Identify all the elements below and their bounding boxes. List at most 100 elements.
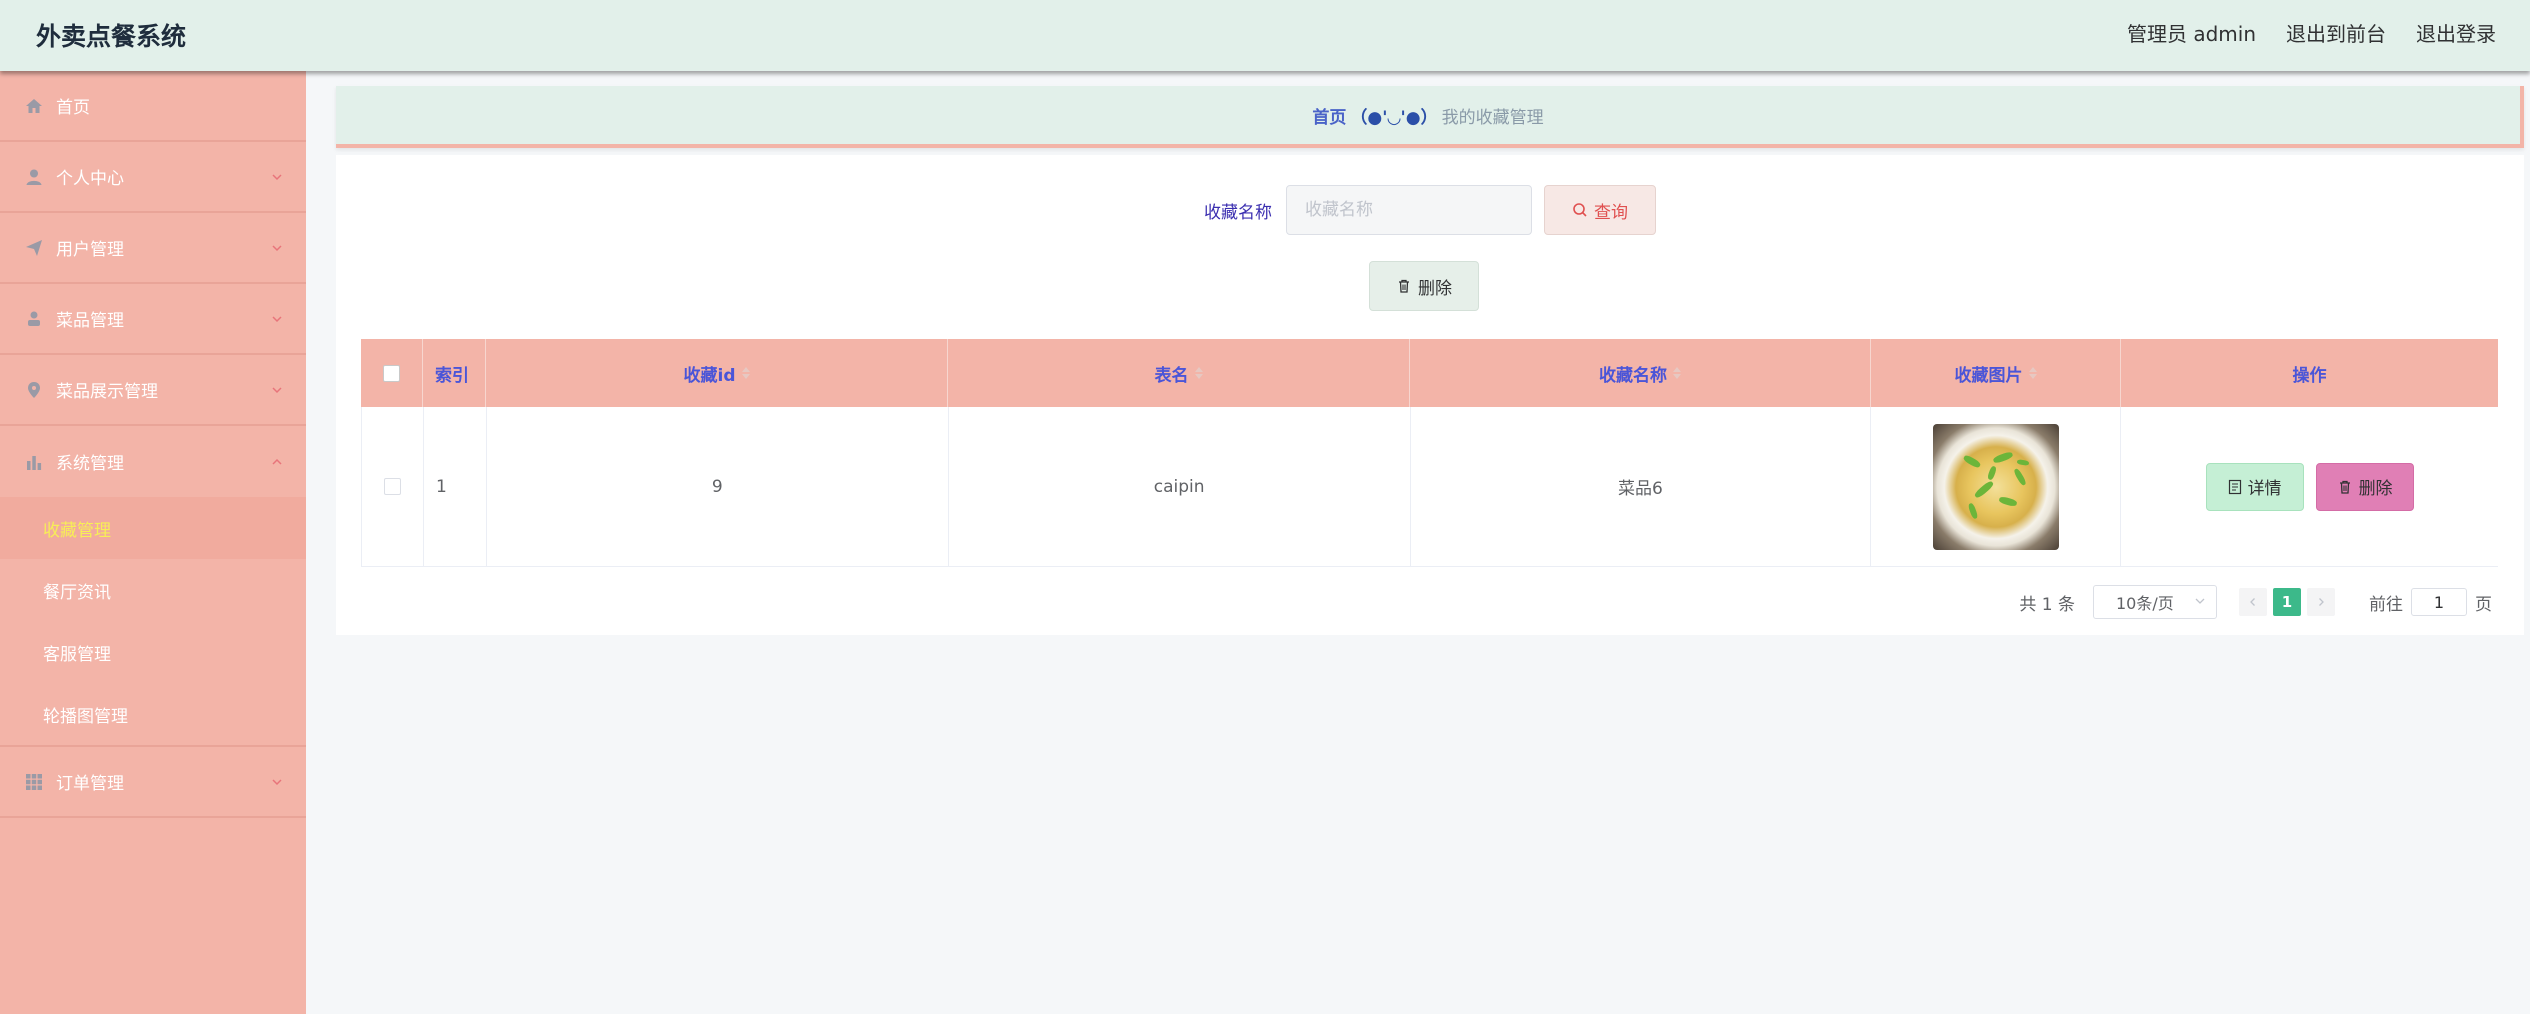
search-button-label: 查询 (1594, 202, 1628, 223)
person-icon (24, 309, 44, 329)
breadcrumb: 首页 （●'◡'●） 我的收藏管理 (336, 86, 2524, 148)
submenu-item-favorites[interactable]: 收藏管理 (0, 497, 306, 559)
search-label: 收藏名称 (1204, 202, 1272, 223)
row-checkbox[interactable] (383, 478, 401, 495)
column-header-label: 收藏id (683, 365, 736, 386)
cell-favorite-id: 9 (487, 407, 949, 566)
row-delete-button[interactable]: 删除 (2315, 462, 2414, 511)
app-title: 外卖点餐系统 (36, 22, 187, 51)
sidebar-item-personal-center[interactable]: 个人中心 (0, 142, 306, 213)
search-input[interactable] (1286, 185, 1532, 235)
submenu-item-customer-service[interactable]: 客服管理 (0, 621, 306, 683)
sidebar-item-label: 用户管理 (56, 240, 124, 260)
submenu-item-restaurant-news[interactable]: 餐厅资讯 (0, 559, 306, 621)
batch-delete-label: 删除 (1418, 278, 1452, 299)
chevron-up-icon (272, 458, 282, 465)
cell-actions: 详情 删除 (2121, 407, 2498, 566)
top-header: 外卖点餐系统 管理员 admin 退出到前台 退出登录 (0, 0, 2530, 71)
goto-page-input[interactable]: 1 (2411, 588, 2467, 616)
search-bar: 收藏名称 查询 (336, 185, 2524, 235)
exit-to-front-link[interactable]: 退出到前台 (2286, 18, 2386, 47)
search-button[interactable]: 查询 (1544, 185, 1656, 235)
system-submenu: 收藏管理 餐厅资讯 客服管理 轮播图管理 (0, 497, 306, 747)
trash-icon (2339, 480, 2350, 494)
breadcrumb-home[interactable]: 首页 (1312, 103, 1346, 128)
sidebar: 首页 个人中心 用户管理 菜品管理 菜品展示管理 系统管理 收藏管理 餐厅资讯 … (0, 71, 306, 1014)
sidebar-item-user-management[interactable]: 用户管理 (0, 213, 306, 284)
column-header-label: 表名 (1154, 365, 1189, 386)
sidebar-item-system-management[interactable]: 系统管理 (0, 426, 306, 497)
goto-label: 前往 (2369, 594, 2403, 615)
dish-thumbnail[interactable] (1932, 423, 2059, 550)
paper-plane-icon (24, 238, 44, 258)
table-header: 索引 收藏id 表名 收藏名称 收藏图片 操作 (361, 339, 2498, 407)
detail-button-label: 详情 (2247, 479, 2282, 499)
sidebar-item-dish-management[interactable]: 菜品管理 (0, 284, 306, 355)
row-delete-label: 删除 (2358, 479, 2393, 499)
chevron-down-icon (272, 244, 282, 251)
column-header-favorite-name[interactable]: 收藏名称 (1410, 339, 1871, 407)
submenu-item-carousel[interactable]: 轮播图管理 (0, 683, 306, 745)
chevron-down-icon (2195, 598, 2205, 604)
user-icon (24, 167, 44, 187)
header-actions: 管理员 admin 退出到前台 退出登录 (2127, 18, 2496, 47)
page-number-current[interactable]: 1 (2273, 588, 2301, 616)
column-header-label: 收藏图片 (1954, 365, 2023, 386)
page-size-value: 10条/页 (2116, 594, 2174, 613)
location-icon (24, 380, 44, 400)
sidebar-item-label: 个人中心 (56, 169, 124, 189)
column-header-label: 操作 (2292, 365, 2327, 386)
table-row: 1 9 caipin 菜品6 详情 删除 (361, 407, 2498, 567)
chevron-left-icon (2250, 598, 2255, 606)
detail-button[interactable]: 详情 (2205, 462, 2304, 511)
bar-chart-icon (24, 452, 44, 472)
pagination-total: 共 1 条 (2019, 594, 2075, 615)
cell-favorite-image (1871, 407, 2122, 566)
select-all-checkbox[interactable] (383, 364, 400, 382)
breadcrumb-emoticon: （●'◡'●） (1350, 107, 1438, 128)
pagination: 共 1 条 10条/页 1 前往 1 页 (2019, 585, 2492, 619)
column-header-favorite-image[interactable]: 收藏图片 (1871, 339, 2121, 407)
sidebar-item-dish-display[interactable]: 菜品展示管理 (0, 355, 306, 426)
breadcrumb-current: 我的收藏管理 (1441, 107, 1544, 128)
grid-icon (24, 772, 44, 792)
column-header-label: 索引 (435, 365, 469, 386)
sidebar-item-order-management[interactable]: 订单管理 (0, 747, 306, 818)
cell-table-name: caipin (949, 407, 1411, 566)
column-header-index: 索引 (423, 339, 486, 407)
prev-page-button[interactable] (2239, 588, 2267, 616)
sidebar-item-label: 菜品展示管理 (56, 382, 158, 402)
sort-icon[interactable] (741, 367, 750, 379)
favorites-table: 索引 收藏id 表名 收藏名称 收藏图片 操作 1 9 caipin 菜品6 详… (361, 339, 2498, 567)
chevron-down-icon (272, 386, 282, 393)
main-panel: 收藏名称 查询 删除 索引 收藏id 表名 收藏名称 收藏图片 操作 1 9 c… (336, 155, 2524, 635)
cell-favorite-name: 菜品6 (1411, 407, 1872, 566)
chevron-down-icon (272, 173, 282, 180)
sidebar-item-label: 首页 (56, 98, 90, 118)
sidebar-item-label: 订单管理 (56, 774, 124, 794)
chevron-right-icon (2319, 598, 2324, 606)
next-page-button[interactable] (2307, 588, 2335, 616)
goto-suffix: 页 (2475, 594, 2492, 615)
logout-link[interactable]: 退出登录 (2416, 18, 2496, 47)
column-header-actions: 操作 (2121, 339, 2498, 407)
trash-icon (1399, 279, 1409, 293)
page-size-select[interactable]: 10条/页 (2093, 585, 2217, 619)
sidebar-item-label: 系统管理 (56, 454, 124, 474)
search-icon (1573, 203, 1587, 217)
column-header-table-name[interactable]: 表名 (948, 339, 1410, 407)
sidebar-item-home[interactable]: 首页 (0, 71, 306, 142)
cell-index: 1 (424, 407, 487, 566)
document-icon (2228, 479, 2241, 494)
sort-icon[interactable] (2028, 367, 2037, 379)
column-header-favorite-id[interactable]: 收藏id (486, 339, 948, 407)
sidebar-item-label: 菜品管理 (56, 311, 124, 331)
home-icon (24, 96, 44, 116)
chevron-down-icon (272, 315, 282, 322)
batch-delete-button[interactable]: 删除 (1369, 261, 1479, 311)
sort-icon[interactable] (1673, 367, 1681, 379)
sort-icon[interactable] (1194, 367, 1203, 379)
column-header-label: 收藏名称 (1599, 365, 1667, 386)
row-select-cell (362, 407, 424, 566)
chevron-down-icon (272, 778, 282, 785)
